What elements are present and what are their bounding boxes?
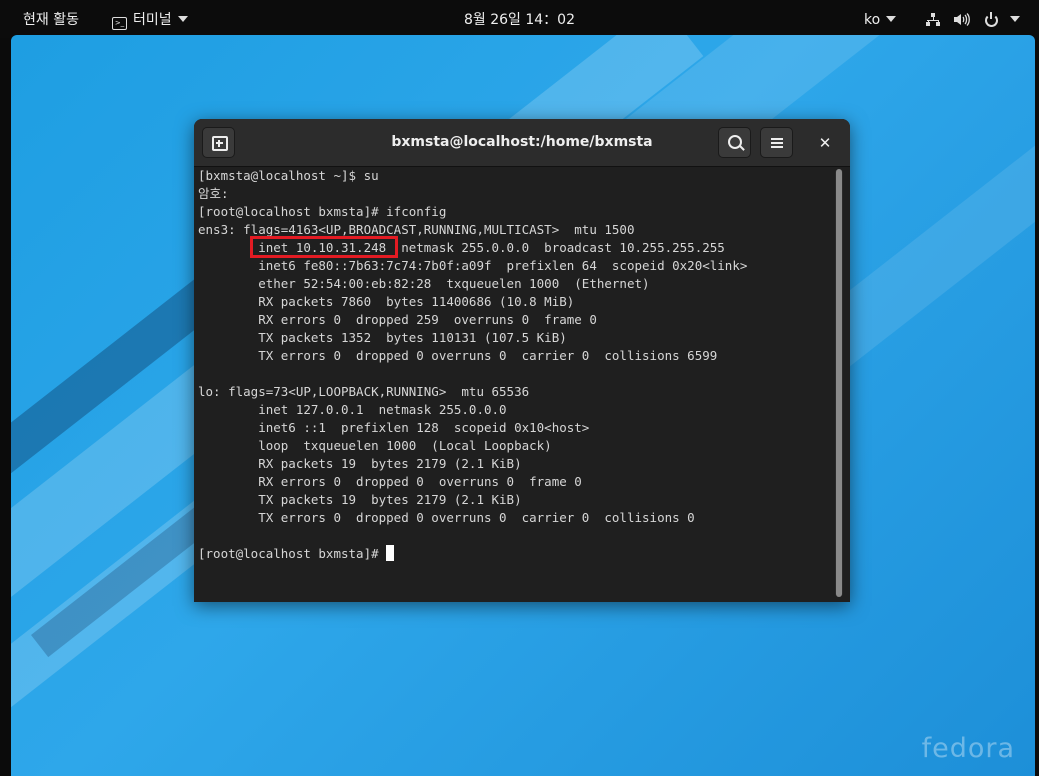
terminal-line: RX errors 0 dropped 0 overruns 0 frame 0	[198, 474, 582, 489]
power-icon	[984, 12, 998, 27]
terminal-line: TX packets 1352 bytes 110131 (107.5 KiB)	[198, 330, 567, 345]
scrollbar-thumb[interactable]	[836, 169, 842, 597]
volume-icon	[954, 2, 971, 26]
chevron-down-icon	[1009, 16, 1020, 22]
terminal-line: RX packets 19 bytes 2179 (2.1 KiB)	[198, 456, 522, 471]
terminal-line: [bxmsta@localhost ~]$ su	[198, 168, 379, 183]
language-label: ko	[864, 12, 881, 28]
terminal-line: 암호:	[198, 186, 229, 201]
terminal-line: ether 52:54:00:eb:82:28 txqueuelen 1000 …	[198, 276, 650, 291]
window-title: bxmsta@localhost:/home/bxmsta	[391, 134, 653, 150]
terminal-line: inet6 fe80::7b63:7c74:7b0f:a09f prefixle…	[198, 258, 748, 273]
terminal-line: [root@localhost bxmsta]# ifconfig	[198, 204, 447, 219]
close-icon: ✕	[818, 134, 832, 152]
terminal-line: TX errors 0 dropped 0 overruns 0 carrier…	[198, 510, 695, 525]
terminal-line: RX packets 7860 bytes 11400686 (10.8 MiB…	[198, 294, 575, 309]
network-icon	[926, 13, 940, 26]
menu-icon	[771, 138, 783, 140]
close-button[interactable]: ✕	[814, 132, 836, 154]
chevron-down-icon	[886, 16, 897, 22]
terminal-line: TX packets 19 bytes 2179 (2.1 KiB)	[198, 492, 522, 507]
language-menu[interactable]: ko	[864, 0, 897, 38]
fedora-watermark: fedora	[921, 733, 1015, 764]
scrollbar[interactable]	[835, 169, 843, 597]
terminal-output[interactable]: [bxmsta@localhost ~]$ su 암호: [root@localho…	[198, 167, 828, 599]
shell-prompt: [root@localhost bxmsta]#	[198, 546, 387, 561]
terminal-line: RX errors 0 dropped 259 overruns 0 frame…	[198, 312, 597, 327]
system-menu[interactable]	[926, 0, 1030, 38]
inet-address-highlight	[250, 236, 398, 258]
terminal-headerbar[interactable]: bxmsta@localhost:/home/bxmsta ✕	[194, 119, 850, 167]
terminal-line: lo: flags=73<UP,LOOPBACK,RUNNING> mtu 65…	[198, 384, 530, 399]
terminal-line: TX errors 0 dropped 0 overruns 0 carrier…	[198, 348, 718, 363]
prompt-line[interactable]: [root@localhost bxmsta]#	[198, 545, 828, 563]
text-cursor	[386, 545, 395, 561]
terminal-line: loop txqueuelen 1000 (Local Loopback)	[198, 438, 552, 453]
menu-button[interactable]	[760, 127, 793, 158]
top-bar: 현재 활동 >_ 터미널 8월 26일 14：02 ko	[0, 0, 1039, 38]
search-icon	[728, 135, 742, 149]
search-button[interactable]	[718, 127, 751, 158]
terminal-line: inet 127.0.0.1 netmask 255.0.0.0	[198, 402, 507, 417]
terminal-line: inet6 ::1 prefixlen 128 scopeid 0x10<hos…	[198, 420, 590, 435]
terminal-window[interactable]: bxmsta@localhost:/home/bxmsta ✕ [bxmsta@…	[194, 119, 850, 602]
